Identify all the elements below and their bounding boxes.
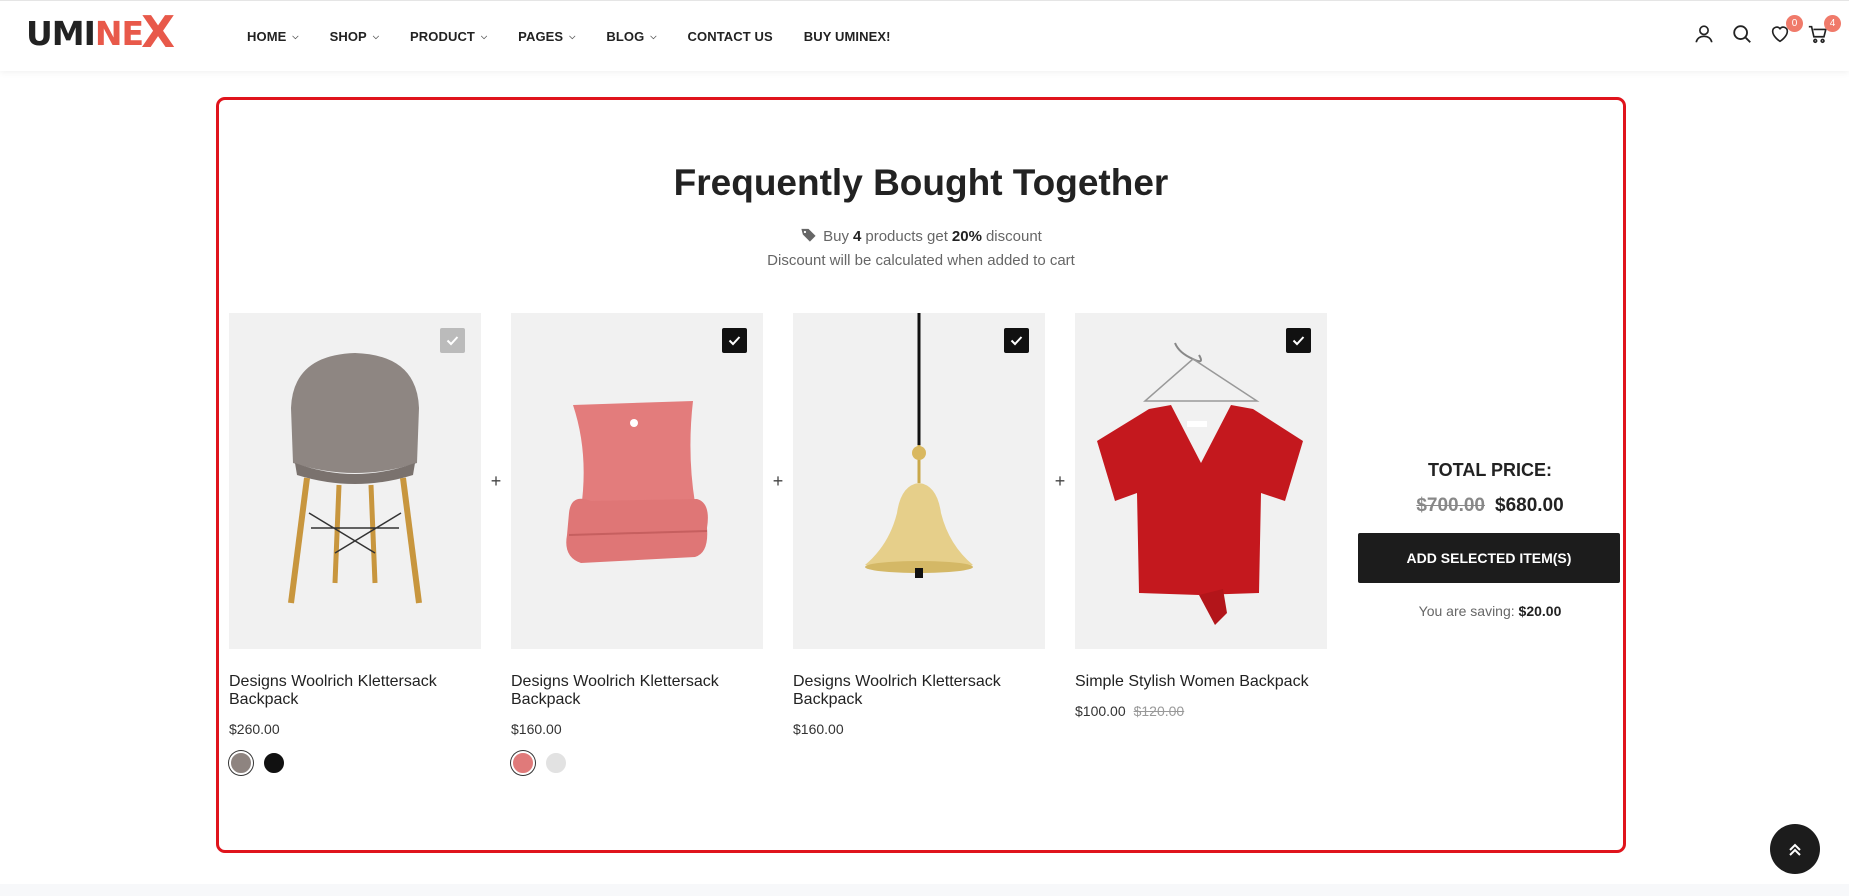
nav-label: SHOP [329, 29, 367, 44]
logo-text-part: UMI [26, 13, 96, 53]
product-list: Designs Woolrich Klettersack Backpack $2… [229, 313, 1327, 775]
user-icon[interactable] [1693, 23, 1717, 47]
product-price: $160.00 [511, 721, 763, 737]
price-current: $160.00 [793, 721, 844, 737]
chevron-down-icon: ⌵ [292, 31, 299, 41]
plus-separator: + [1054, 471, 1066, 491]
nav-label: CONTACT US [687, 29, 773, 44]
promo-text: Buy [823, 228, 850, 245]
logo-text-part: X [141, 7, 175, 58]
nav-product[interactable]: PRODUCT ⌵ [410, 29, 487, 44]
discount-promo: Buy 4 products get 20% discount [219, 227, 1623, 246]
color-swatch-pink[interactable] [511, 751, 535, 775]
price-current: $160.00 [511, 721, 562, 737]
product-name[interactable]: Designs Woolrich Klettersack Backpack [793, 673, 1045, 709]
product-image[interactable] [1075, 313, 1327, 649]
product-card: Simple Stylish Women Backpack $100.00 $12… [1075, 313, 1327, 775]
logo[interactable]: UMINE X [26, 7, 175, 58]
promo-text: products get [865, 228, 948, 245]
product-name[interactable]: Simple Stylish Women Backpack [1075, 673, 1327, 691]
product-card: Designs Woolrich Klettersack Backpack $1… [793, 313, 1045, 775]
nav-buy-uminex[interactable]: BUY UMINEX! [804, 29, 891, 44]
total-panel: TOTAL PRICE: $700.00 $680.00 ADD SELECTED… [1358, 460, 1622, 619]
main-nav: HOME ⌵ SHOP ⌵ PRODUCT ⌵ PAGES ⌵ BLOG ⌵ CONTAC… [247, 1, 922, 72]
promo-quantity: 4 [853, 228, 862, 245]
color-swatch-gray[interactable] [229, 751, 253, 775]
saving-value: $20.00 [1518, 603, 1562, 619]
saving-label: You are saving: [1418, 603, 1515, 619]
plus-separator: + [490, 471, 502, 491]
product-select-checkbox[interactable] [722, 328, 747, 353]
heart-icon[interactable]: 0 [1769, 15, 1803, 47]
color-swatch-black[interactable] [262, 751, 286, 775]
plus-separator: + [772, 471, 784, 491]
promo-text: discount [985, 228, 1042, 245]
color-swatches [229, 751, 481, 775]
double-chevron-up-icon [1789, 843, 1801, 856]
product-select-checkbox[interactable] [1004, 328, 1029, 353]
promo-subtext: Discount will be calculated when added t… [767, 252, 1075, 269]
color-swatch-light-gray[interactable] [544, 751, 568, 775]
search-icon[interactable] [1731, 23, 1755, 47]
chevron-down-icon: ⌵ [569, 31, 576, 41]
wishlist-count-badge: 0 [1786, 15, 1803, 32]
product-image[interactable] [511, 313, 763, 649]
product-price: $260.00 [229, 721, 481, 737]
nav-pages[interactable]: PAGES ⌵ [518, 29, 575, 44]
site-header: UMINE X HOME ⌵ SHOP ⌵ PRODUCT ⌵ PAGES ⌵ BLOG ⌵… [0, 0, 1849, 71]
product-select-checkbox[interactable] [1286, 328, 1311, 353]
cart-icon[interactable]: 4 [1807, 15, 1841, 47]
nav-label: HOME [247, 29, 287, 44]
tag-icon [800, 227, 817, 246]
product-select-checkbox[interactable] [440, 328, 465, 353]
product-price: $160.00 [793, 721, 1045, 737]
nav-label: PRODUCT [410, 29, 475, 44]
total-old-price: $700.00 [1416, 495, 1485, 516]
price-current: $100.00 [1075, 703, 1126, 719]
price-old: $120.00 [1133, 703, 1185, 719]
header-icons: 0 4 [1679, 15, 1841, 47]
footer-strip [0, 884, 1849, 896]
product-name[interactable]: Designs Woolrich Klettersack Backpack [511, 673, 763, 709]
color-swatches [511, 751, 763, 775]
total-prices: $700.00 $680.00 [1358, 495, 1622, 517]
chevron-down-icon: ⌵ [372, 31, 379, 41]
cart-count-badge: 4 [1824, 15, 1841, 32]
chevron-down-icon: ⌵ [650, 31, 657, 41]
product-card: Designs Woolrich Klettersack Backpack $2… [229, 313, 481, 775]
chevron-down-icon: ⌵ [480, 31, 488, 41]
back-to-top-button[interactable] [1770, 824, 1820, 874]
logo-text-part: NE [94, 13, 144, 53]
section-title: Frequently Bought Together [673, 162, 1169, 203]
total-label: TOTAL PRICE: [1427, 460, 1552, 480]
product-price: $100.00 $120.00 [1075, 703, 1327, 719]
nav-label: PAGES [518, 29, 564, 44]
saving-info: You are saving: $20.00 [1358, 603, 1622, 619]
frequently-bought-together-section: Frequently Bought Together Buy 4 product… [216, 97, 1626, 853]
product-card: Designs Woolrich Klettersack Backpack $1… [511, 313, 763, 775]
nav-shop[interactable]: SHOP ⌵ [330, 29, 379, 44]
nav-label: BLOG [606, 29, 645, 44]
product-name[interactable]: Designs Woolrich Klettersack Backpack [229, 673, 481, 709]
total-new-price: $680.00 [1495, 495, 1564, 516]
nav-blog[interactable]: BLOG ⌵ [606, 29, 656, 44]
product-image[interactable] [229, 313, 481, 649]
nav-home[interactable]: HOME ⌵ [247, 29, 299, 44]
add-selected-items-button[interactable]: ADD SELECTED ITEM(S) [1358, 533, 1620, 583]
nav-label: BUY UMINEX! [803, 29, 891, 44]
nav-contact-us[interactable]: CONTACT US [688, 29, 773, 44]
product-image[interactable] [793, 313, 1045, 649]
promo-discount: 20% [951, 228, 982, 245]
price-current: $260.00 [229, 721, 280, 737]
